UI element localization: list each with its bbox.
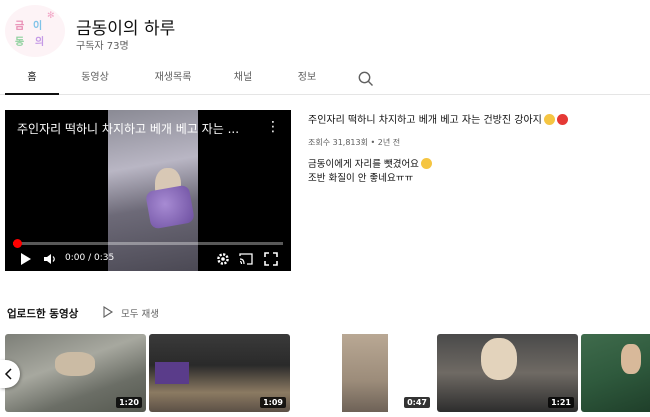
video-card[interactable] — [581, 334, 650, 412]
search-icon[interactable] — [356, 69, 376, 89]
video-card[interactable]: 1:21 — [437, 334, 578, 412]
avatar-char: 의 — [35, 37, 45, 48]
play-all-label: 모두 재생 — [121, 309, 159, 320]
thumbnail-frame — [342, 334, 388, 412]
thumbnail-dog — [621, 344, 641, 374]
video-duration: 1:09 — [260, 397, 286, 408]
progress-bar[interactable] — [13, 239, 283, 248]
avatar-flower-icon: ✻ — [47, 11, 55, 21]
volume-icon[interactable] — [43, 250, 57, 268]
thumbnail-screen — [155, 362, 189, 384]
cast-icon[interactable] — [238, 250, 254, 268]
video-duration: 0:47 — [404, 397, 430, 408]
angry-emoji-icon — [556, 114, 568, 125]
player-video-title[interactable]: 주인자리 떡하니 차지하고 베개 베고 자는 ... — [17, 120, 239, 137]
video-card[interactable]: 1:20 — [5, 334, 146, 412]
video-card[interactable]: 0:47 — [293, 334, 434, 412]
pillow-image — [145, 184, 195, 230]
progress-scrubber[interactable] — [13, 239, 22, 248]
featured-title-text: 주인자리 떡하니 차지하고 베개 베고 자는 건방진 강아지 — [308, 115, 542, 126]
settings-icon[interactable] — [215, 250, 231, 268]
time-display: 0:00 / 0:35 — [65, 253, 115, 263]
laugh-emoji-icon — [420, 158, 432, 169]
smile-emoji-icon — [543, 114, 555, 125]
channel-avatar[interactable]: 금 이 동 의 ✻ — [5, 5, 65, 57]
channel-header: 금 이 동 의 ✻ 금동이의 하루 구독자 73명 — [0, 0, 650, 62]
avatar-char: 금 — [15, 21, 25, 32]
play-all-icon — [103, 306, 114, 318]
chevron-left-icon — [4, 368, 12, 380]
tab-videos[interactable]: 동영상 — [66, 62, 124, 95]
avatar-char: 이 — [33, 21, 43, 32]
more-options-icon[interactable]: ⋮ — [266, 118, 280, 136]
uploads-section-title[interactable]: 업로드한 동영상 — [7, 306, 78, 321]
featured-video-meta: 조회수 31,813회 • 2년 전 — [308, 138, 401, 147]
shelf-previous-button[interactable] — [0, 360, 20, 388]
channel-tabs: 홈 동영상 재생목록 채널 정보 — [0, 62, 650, 95]
featured-video-player[interactable]: 주인자리 떡하니 차지하고 베개 베고 자는 ... ⋮ 0:00 / 0:35 — [5, 110, 291, 271]
thumbnail-dog — [55, 352, 95, 376]
featured-video-description: 금동이에게 자리를 뺏겼어요 조반 화질이 안 좋네요ㅠㅠ — [308, 158, 432, 186]
tab-home[interactable]: 홈 — [5, 62, 59, 95]
video-card[interactable]: 1:09 — [149, 334, 290, 412]
channel-name[interactable]: 금동이의 하루 — [76, 14, 175, 39]
video-duration: 1:21 — [548, 397, 574, 408]
thumbnail-dog — [481, 338, 517, 380]
description-line: 조반 화질이 안 좋네요ㅠㅠ — [308, 173, 414, 184]
play-icon[interactable] — [19, 250, 33, 268]
tab-about[interactable]: 정보 — [284, 62, 330, 95]
subscriber-count: 구독자 73명 — [76, 41, 129, 52]
thumbnail-pillarbox — [293, 334, 342, 412]
fullscreen-icon[interactable] — [263, 250, 279, 268]
avatar-char: 동 — [15, 37, 25, 48]
tab-playlists[interactable]: 재생목록 — [140, 62, 206, 95]
featured-video-title[interactable]: 주인자리 떡하니 차지하고 베개 베고 자는 건방진 강아지 — [308, 111, 568, 126]
description-line: 금동이에게 자리를 뺏겼어요 — [308, 158, 432, 172]
uploads-shelf: 1:20 1:09 0:47 1:21 — [0, 334, 650, 417]
video-duration: 1:20 — [116, 397, 142, 408]
tab-channels[interactable]: 채널 — [220, 62, 266, 95]
